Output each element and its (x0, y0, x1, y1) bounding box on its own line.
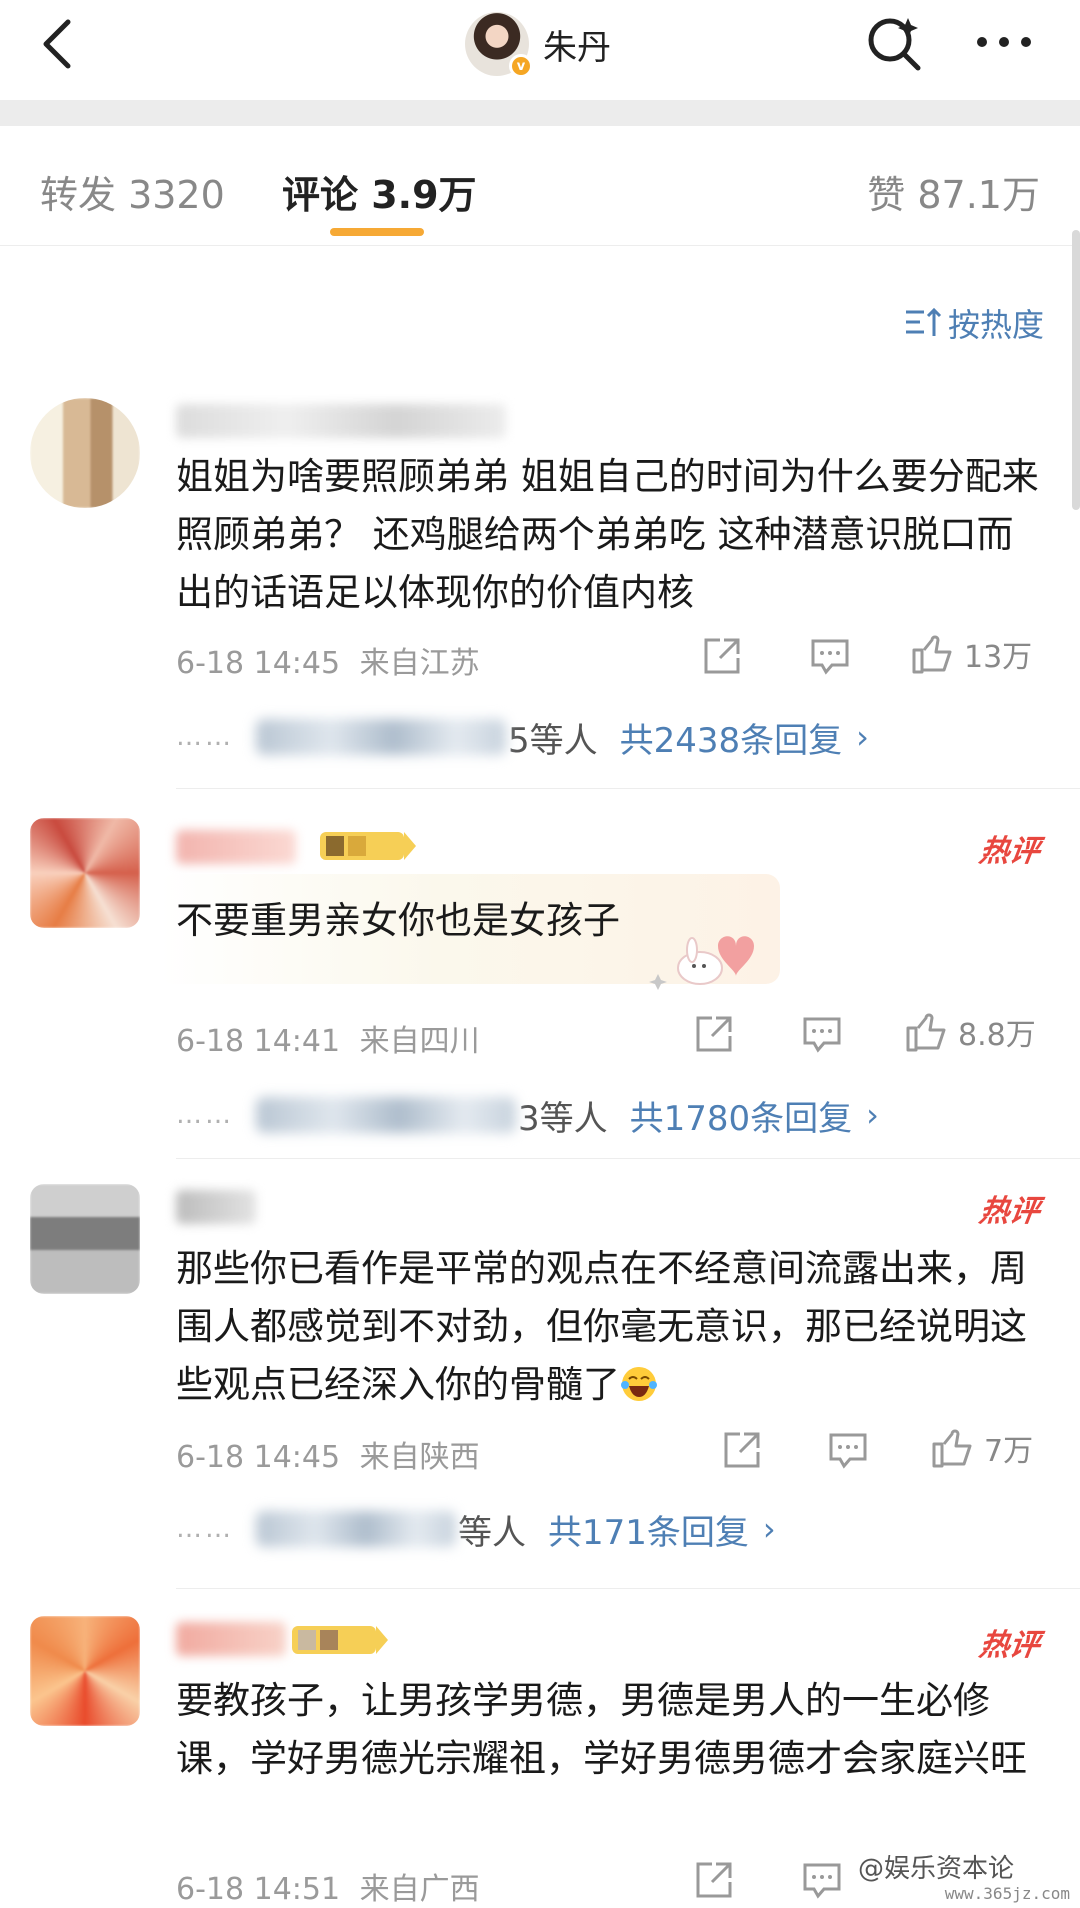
like-count: 7万 (984, 1434, 1034, 1469)
comment-location: 来自江苏 (359, 646, 480, 681)
tab-bar: 转发 3320 评论 3.9万 赞 87.1万 (0, 126, 1080, 246)
comment-icon[interactable] (826, 1428, 870, 1472)
avatar[interactable] (30, 1184, 140, 1294)
comment-time: 6-18 14:51 (176, 1872, 341, 1907)
username-blurred[interactable] (176, 1622, 286, 1656)
sort-by-hot-button[interactable]: 按热度 (904, 300, 1044, 346)
thumbs-up-icon (932, 1429, 972, 1468)
reply-count-link[interactable]: 共2438条回复 (620, 713, 843, 762)
share-icon[interactable] (720, 1428, 764, 1472)
sort-label: 按热度 (947, 306, 1044, 344)
tab-like[interactable]: 赞 87.1万 (867, 164, 1040, 219)
comment-meta: 6-18 14:51 来自广西 (176, 1864, 480, 1908)
comment-time: 6-18 14:41 (176, 1024, 341, 1059)
comment-icon[interactable] (800, 1012, 844, 1056)
divider (176, 788, 1080, 789)
like-button[interactable]: 7万 (930, 1426, 1033, 1470)
tab-comment[interactable]: 评论 3.9万 (282, 164, 477, 219)
comment-item: 姐姐为啥要照顾弟弟 姐姐自己的时间为什么要分配来照顾弟弟？ 还鸡腿给两个弟弟吃 … (0, 390, 1080, 790)
comment-time: 6-18 14:45 (176, 1440, 341, 1475)
thumbs-up-icon (906, 1013, 946, 1052)
replier-names-blurred (256, 1511, 456, 1547)
reply-summary[interactable]: …… 等人 共171条回复 › (176, 1504, 776, 1554)
comment-item: 热评 那些你已看作是平常的观点在不经意间流露出来，周围人都感觉到不对劲，但你毫无… (0, 1170, 1080, 1590)
comment-location: 来自广西 (359, 1872, 480, 1907)
member-badge-icon (320, 832, 416, 860)
reply-summary[interactable]: …… 5等人 共2438条回复 › (176, 712, 869, 762)
like-count: 13万 (964, 640, 1033, 675)
share-icon[interactable] (700, 634, 744, 678)
more-icon[interactable] (968, 16, 1040, 68)
section-divider (0, 100, 1080, 126)
comment-text: 那些你已看作是平常的观点在不经意间流露出来，周围人都感觉到不对劲，但你毫无意识，… (176, 1247, 1027, 1406)
hot-comment-badge: 热评 (977, 1628, 1042, 1663)
comment-text: 要教孩子，让男孩学男德，男德是男人的一生必修课，学好男德光宗耀祖，学好男德男德才… (176, 1679, 1027, 1780)
laughing-emoji-icon (621, 1367, 657, 1401)
avatar[interactable]: v (465, 12, 533, 78)
comment-item: 热评 不要重男亲女你也是女孩子 6-18 14:41 来自四川 8.8万 …… … (0, 800, 1080, 1160)
hot-comment-badge: 热评 (977, 1194, 1042, 1229)
comment-location: 来自陕西 (359, 1440, 480, 1475)
like-button[interactable]: 8.8万 (904, 1010, 1036, 1054)
username-blurred[interactable] (176, 404, 506, 438)
sort-icon (905, 307, 942, 336)
scrollbar[interactable] (1072, 230, 1080, 510)
watermark-url: www.365jz.com (944, 1884, 1070, 1903)
top-bar: v 朱丹 (0, 0, 1080, 100)
comment-location: 来自四川 (359, 1024, 480, 1059)
comment-text: 不要重男亲女你也是女孩子 (176, 899, 620, 942)
bunny-heart-sticker-icon (649, 936, 754, 990)
comment-meta: 6-18 14:45 来自陕西 (176, 1432, 480, 1476)
comment-icon[interactable] (808, 634, 852, 678)
verified-badge-icon: v (509, 54, 533, 78)
page-title: 朱丹 (543, 27, 611, 68)
search-icon[interactable] (862, 10, 926, 74)
member-badge-icon (292, 1626, 388, 1654)
username-blurred[interactable] (176, 830, 296, 864)
reply-count-link[interactable]: 共171条回复 (548, 1505, 749, 1554)
replier-names-blurred (256, 1097, 516, 1133)
chevron-right-icon: › (866, 1096, 879, 1134)
like-count: 8.8万 (958, 1018, 1036, 1053)
active-tab-indicator (330, 228, 424, 236)
avatar[interactable] (30, 1616, 140, 1726)
watermark: @娱乐资本论 (858, 1854, 1015, 1884)
thumbs-up-icon (912, 635, 952, 674)
replier-names-blurred (256, 719, 506, 755)
share-icon[interactable] (692, 1858, 736, 1902)
profile-header[interactable]: v 朱丹 (465, 4, 611, 84)
like-button[interactable]: 13万 (910, 632, 1032, 676)
comment-meta: 6-18 14:41 来自四川 (176, 1016, 480, 1060)
comment-meta: 6-18 14:45 来自江苏 (176, 638, 480, 682)
divider (176, 1158, 1080, 1159)
username-blurred[interactable] (176, 1190, 256, 1224)
comment-text: 姐姐为啥要照顾弟弟 姐姐自己的时间为什么要分配来照顾弟弟？ 还鸡腿给两个弟弟吃 … (176, 455, 1039, 614)
divider (176, 1588, 1080, 1589)
chevron-right-icon: › (762, 1510, 776, 1548)
comment-time: 6-18 14:45 (176, 646, 341, 681)
reply-count-link[interactable]: 共1780条回复 (630, 1091, 853, 1140)
share-icon[interactable] (692, 1012, 736, 1056)
reply-summary[interactable]: …… 3等人 共1780条回复 › (176, 1090, 879, 1140)
chevron-right-icon: › (856, 718, 869, 756)
avatar[interactable] (30, 398, 140, 508)
avatar[interactable] (30, 818, 140, 928)
comment-icon[interactable] (800, 1858, 844, 1902)
tab-forward[interactable]: 转发 3320 (40, 164, 225, 219)
back-arrow-icon[interactable] (30, 14, 90, 74)
hot-comment-badge: 热评 (977, 834, 1042, 869)
